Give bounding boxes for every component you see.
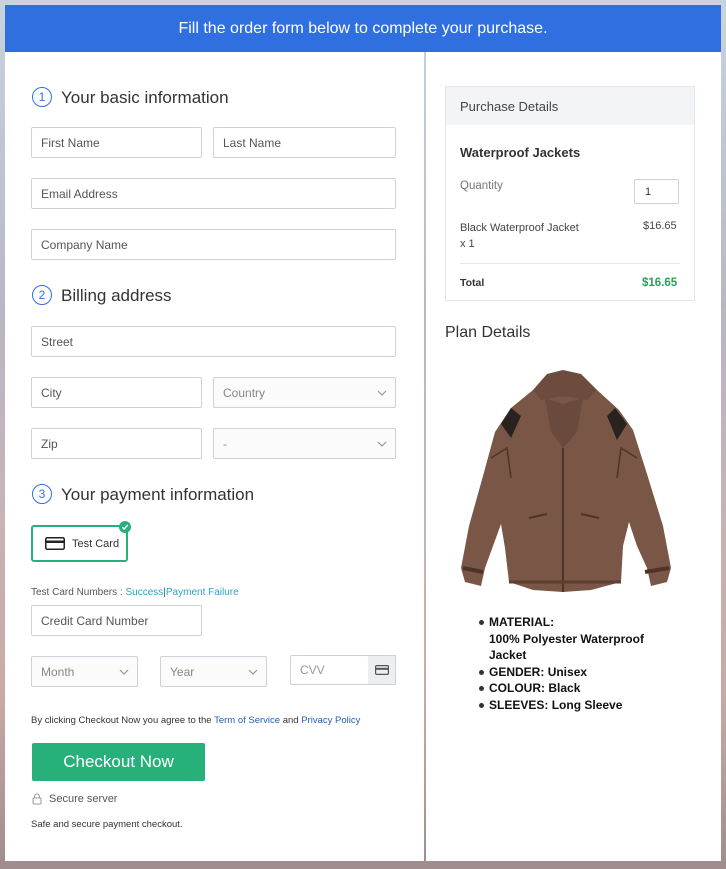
spec-label: SLEEVES: — [489, 697, 549, 712]
order-form-panel: 1 Your basic information First Name Last… — [5, 52, 424, 861]
credit-card-icon — [45, 537, 65, 550]
payment-failure-link[interactable]: Payment Failure — [166, 587, 239, 598]
zip-placeholder: Zip — [41, 436, 58, 451]
company-field[interactable]: Company Name — [31, 229, 396, 260]
banner-text: Fill the order form below to complete yo… — [178, 19, 548, 37]
spec-value: Black — [548, 681, 581, 695]
product-name: Waterproof Jackets — [460, 145, 581, 160]
section-title-payment: Your payment information — [61, 485, 255, 504]
cvv-card-icon-box — [368, 655, 396, 685]
test-card-option[interactable]: Test Card — [31, 525, 128, 562]
month-select[interactable]: Month — [31, 656, 138, 687]
quantity-value: 1 — [645, 185, 652, 198]
street-field[interactable]: Street — [31, 326, 396, 357]
terms-and: and — [282, 715, 299, 726]
chevron-down-icon — [377, 441, 387, 447]
spec-value: Long Sleeve — [551, 697, 623, 712]
country-select-value: Country — [223, 385, 266, 400]
test-card-numbers: Test Card Numbers : Success|Payment Fail… — [31, 587, 239, 598]
step-number-3: 3 — [32, 484, 52, 504]
safe-checkout-text: Safe and secure payment checkout. — [31, 819, 183, 830]
product-image — [461, 370, 671, 592]
year-select[interactable]: Year — [160, 656, 267, 687]
line-item-quantity: x 1 — [460, 238, 475, 250]
email-field[interactable]: Email Address — [31, 178, 396, 209]
total-value: $16.65 — [642, 277, 678, 289]
plan-details-title: Plan Details — [445, 324, 531, 341]
line-item-description: Black Waterproof Jacket x 1 — [460, 220, 579, 252]
spec-label: COLOUR: — [489, 681, 545, 695]
spec-item-gender: GENDER: Unisex — [479, 664, 721, 681]
check-icon — [119, 521, 131, 533]
credit-card-icon — [374, 665, 389, 675]
street-placeholder: Street — [41, 334, 74, 349]
first-name-placeholder: First Name — [41, 135, 100, 150]
last-name-field[interactable]: Last Name — [213, 127, 396, 158]
country-select[interactable]: Country — [213, 377, 396, 408]
spec-label: MATERIAL: — [489, 615, 555, 629]
month-select-value: Month — [41, 664, 75, 679]
email-placeholder: Email Address — [41, 186, 118, 201]
company-placeholder: Company Name — [41, 237, 128, 252]
total-divider — [460, 263, 680, 264]
spec-label: GENDER: — [489, 664, 545, 679]
credit-card-number-field[interactable]: Credit Card Number — [31, 605, 202, 636]
purchase-summary-panel: Purchase Details Waterproof Jackets Quan… — [426, 52, 721, 861]
terms-prefix: By clicking Checkout Now you agree to th… — [31, 715, 212, 726]
purchase-details-header: Purchase Details — [446, 87, 694, 125]
chevron-down-icon — [119, 669, 129, 675]
lock-icon — [32, 793, 42, 805]
terms-of-service-link[interactable]: Term of Service — [214, 715, 280, 726]
page-banner: Fill the order form below to complete yo… — [5, 5, 721, 52]
first-name-field[interactable]: First Name — [31, 127, 202, 158]
spec-item-sleeves: SLEEVES: Long Sleeve — [479, 697, 721, 714]
section-title-billing: Billing address — [61, 286, 172, 305]
chevron-down-icon — [377, 390, 387, 396]
success-link[interactable]: Success — [125, 587, 163, 598]
cvv-field[interactable]: CVV — [290, 655, 369, 685]
chevron-down-icon — [248, 669, 258, 675]
test-card-numbers-label: Test Card Numbers : — [31, 587, 123, 598]
state-select-value: - — [223, 436, 227, 451]
step-number-1: 1 — [32, 87, 52, 107]
step-number-2: 2 — [32, 285, 52, 305]
zip-field[interactable]: Zip — [31, 428, 202, 459]
year-select-value: Year — [170, 664, 195, 679]
section-title-basic: Your basic information — [61, 88, 229, 107]
line-item-name: Black Waterproof Jacket — [460, 222, 579, 234]
quantity-input[interactable]: 1 — [634, 179, 679, 204]
spec-value: Unisex — [547, 664, 588, 679]
checkout-button-label: Checkout Now — [63, 752, 174, 771]
spec-item-material: MATERIAL: 100% Polyester Waterproof Jack… — [479, 614, 721, 664]
plan-specs-list: MATERIAL: 100% Polyester Waterproof Jack… — [479, 614, 721, 714]
credit-card-placeholder: Credit Card Number — [41, 613, 149, 628]
spec-item-colour: COLOUR: Black — [479, 680, 721, 697]
spec-value: 100% Polyester Waterproof Jacket — [489, 631, 644, 663]
test-card-label: Test Card — [72, 537, 120, 550]
secure-server-label: Secure server — [49, 793, 118, 805]
quantity-label: Quantity — [460, 180, 503, 192]
city-placeholder: City — [41, 385, 62, 400]
purchase-details-title: Purchase Details — [460, 98, 559, 114]
last-name-placeholder: Last Name — [223, 135, 282, 150]
total-label: Total — [460, 277, 485, 289]
cvv-placeholder: CVV — [300, 663, 325, 677]
privacy-policy-link[interactable]: Privacy Policy — [301, 715, 360, 726]
line-item-price: $16.65 — [643, 220, 677, 232]
city-field[interactable]: City — [31, 377, 202, 408]
terms-text: By clicking Checkout Now you agree to th… — [31, 715, 360, 726]
state-select[interactable]: - — [213, 428, 396, 459]
purchase-details-box: Purchase Details Waterproof Jackets Quan… — [445, 86, 695, 301]
checkout-now-button[interactable]: Checkout Now — [32, 743, 205, 781]
